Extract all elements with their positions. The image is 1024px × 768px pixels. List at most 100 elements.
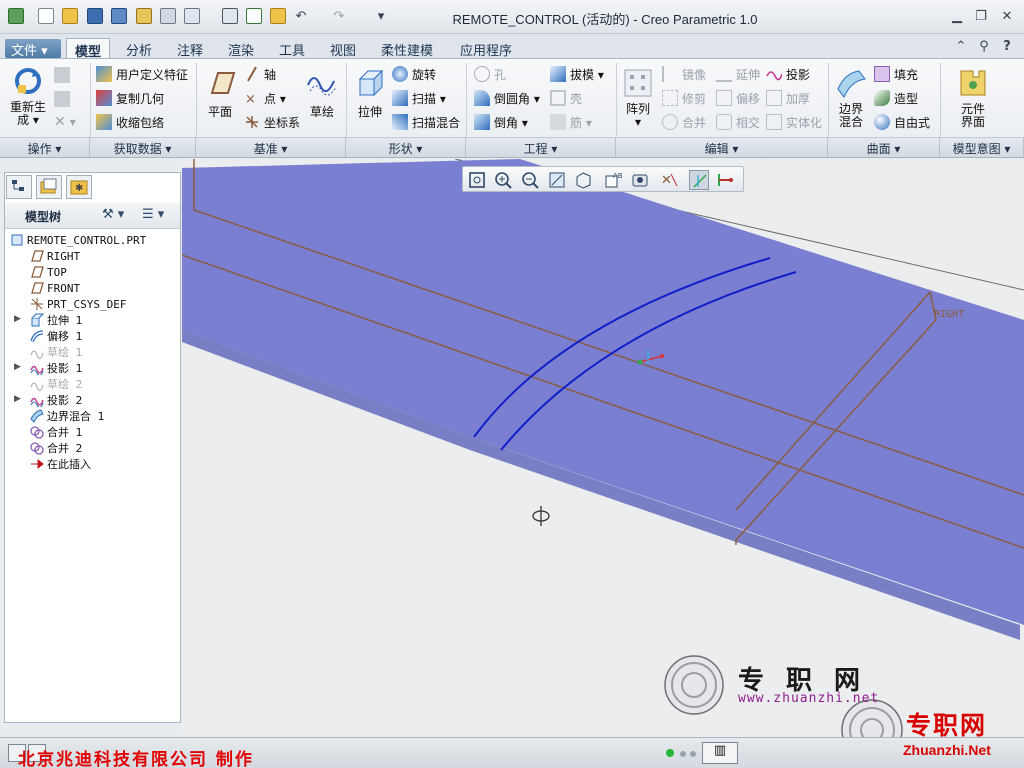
tree-item-part[interactable]: REMOTE_CONTROL.PRT [10, 232, 146, 248]
open-folder-icon[interactable] [62, 8, 78, 24]
tree-item-front-plane[interactable]: FRONT [30, 280, 80, 296]
tree-item-merge-1[interactable]: 合并 1 [30, 424, 82, 440]
thicken-button[interactable]: 加厚 [766, 89, 810, 107]
tree-item-sketch-2[interactable]: 草绘 2 [30, 376, 82, 392]
group-operations[interactable]: 操作 ▾ [0, 137, 90, 157]
trim-button[interactable]: 修剪 [662, 89, 706, 107]
group-editing[interactable]: 编辑 ▾ [616, 137, 828, 157]
checkbox-icon[interactable] [246, 8, 262, 24]
folder-browser-tab-icon[interactable] [36, 175, 62, 199]
folder-star-icon[interactable] [270, 8, 286, 24]
group-surfaces[interactable]: 曲面 ▾ [828, 137, 940, 157]
expand-arrow-icon[interactable]: ▶ [14, 394, 21, 404]
tab-model[interactable]: 模型 [66, 38, 111, 60]
save-copy-icon[interactable] [111, 8, 127, 24]
spin-center-icon[interactable] [532, 506, 550, 526]
user-defined-feature-button[interactable]: 用户定义特征 [96, 65, 188, 83]
repaint-icon[interactable] [547, 170, 567, 190]
tree-item-insert-here[interactable]: 在此插入 [30, 456, 91, 472]
extend-button[interactable]: 延伸 [716, 65, 760, 83]
mirror-button[interactable]: 镜像 [662, 65, 706, 83]
tab-view[interactable]: 视图 [322, 38, 364, 59]
tab-flexible-modeling[interactable]: 柔性建模 [373, 38, 441, 59]
fill-button[interactable]: 填充 [874, 65, 918, 83]
copy-icon[interactable] [54, 67, 70, 83]
draft-button[interactable]: 拔模 ▾ [550, 65, 604, 83]
expand-arrow-icon[interactable]: ▶ [14, 314, 21, 324]
new-file-icon[interactable] [38, 8, 54, 24]
help-icon[interactable]: ? [996, 36, 1018, 56]
tab-file[interactable]: 文件 ▾ [5, 39, 61, 59]
search-icon[interactable]: ⚲ [973, 36, 995, 56]
tree-settings-icon[interactable]: ⚒ ▾ [102, 207, 128, 225]
intersect-button[interactable]: 相交 [716, 113, 760, 131]
project-button[interactable]: 投影 [766, 65, 810, 83]
tree-columns-icon[interactable]: ☰ ▾ [142, 207, 176, 225]
chamfer-button[interactable]: 倒角 ▾ [474, 113, 528, 131]
group-engineering[interactable]: 工程 ▾ [466, 137, 616, 157]
regenerate-button[interactable]: 重新生 成 ▾ [4, 65, 52, 127]
tree-item-boundary-blend-1[interactable]: 边界混合 1 [30, 408, 104, 424]
tab-tools[interactable]: 工具 [271, 38, 313, 59]
copy-geometry-button[interactable]: 复制几何 [96, 89, 164, 107]
group-get-data[interactable]: 获取数据 ▾ [90, 137, 196, 157]
plane-button[interactable]: 平面 [200, 67, 240, 120]
shell-button[interactable]: 壳 [550, 89, 582, 107]
group-model-intent[interactable]: 模型意图 ▾ [940, 137, 1024, 157]
graphics-window[interactable]: RIGHT [182, 159, 1024, 737]
solidify-button[interactable]: 实体化 [766, 113, 822, 131]
shrinkwrap-button[interactable]: 收缩包络 [96, 113, 164, 131]
pattern-button[interactable]: 阵列 ▾ [620, 67, 656, 129]
selection-filter-icon[interactable]: ▥ [702, 742, 738, 764]
tab-annotate[interactable]: 注释 [169, 38, 211, 59]
group-shapes[interactable]: 形状 ▾ [346, 137, 466, 157]
point-button[interactable]: × 点 ▾ [244, 89, 286, 108]
redo-icon[interactable]: ↷ [328, 6, 350, 26]
round-button[interactable]: 倒圆角 ▾ [474, 89, 540, 107]
restore-button[interactable]: ❐ [970, 6, 992, 26]
sweep-button[interactable]: 扫描 ▾ [392, 89, 446, 107]
tab-render[interactable]: 渲染 [220, 38, 262, 59]
favorites-tab-icon[interactable]: ✱ [66, 175, 92, 199]
boundary-blend-button[interactable]: 边界 混合 [832, 67, 870, 129]
annotation-display-icon[interactable] [715, 170, 735, 190]
offset-button[interactable]: 偏移 [716, 89, 760, 107]
csys-button[interactable]: 坐标系 [244, 113, 300, 131]
zoom-in-icon[interactable] [493, 170, 513, 190]
swept-blend-button[interactable]: 扫描混合 [392, 113, 460, 131]
tree-item-offset-1[interactable]: 偏移 1 [30, 328, 82, 344]
tree-item-csys[interactable]: PRT_CSYS_DEF [30, 296, 126, 312]
merged-surface[interactable] [182, 159, 1024, 625]
close-button[interactable]: ✕ [996, 6, 1018, 26]
expand-arrow-icon[interactable]: ▶ [14, 362, 21, 372]
tab-analysis[interactable]: 分析 [118, 38, 160, 59]
refit-icon[interactable] [467, 170, 487, 190]
revolve-button[interactable]: 旋转 [392, 65, 436, 83]
rib-button[interactable]: 筋 ▾ [550, 113, 592, 131]
sketch-button[interactable]: 草绘 [302, 67, 342, 120]
freestyle-button[interactable]: 自由式 [874, 113, 930, 131]
tree-item-project-2[interactable]: 投影 2 [30, 392, 82, 409]
model-viewport[interactable] [182, 159, 1024, 737]
collapse-ribbon-icon[interactable]: ⌃ [950, 36, 972, 56]
zoom-out-icon[interactable] [520, 170, 540, 190]
saved-orientations-icon[interactable]: AB [603, 170, 623, 190]
regenerate-quick-icon[interactable] [136, 8, 152, 24]
tree-item-top-plane[interactable]: TOP [30, 264, 67, 280]
view-manager-icon[interactable] [630, 170, 650, 190]
tree-item-merge-2[interactable]: 合并 2 [30, 440, 82, 456]
tree-item-extrude-1[interactable]: 拉伸 1 [30, 312, 82, 328]
display-style-icon[interactable] [573, 170, 593, 190]
hole-button[interactable]: 孔 [474, 65, 506, 83]
spin-center-toggle-icon[interactable] [689, 170, 709, 190]
component-interface-button[interactable]: 元件 界面 [950, 67, 996, 129]
paste-icon[interactable] [54, 91, 70, 107]
save-icon[interactable] [87, 8, 103, 24]
model-tree-tab-icon[interactable] [6, 175, 32, 199]
style-button[interactable]: 造型 [874, 89, 918, 107]
undo-icon[interactable]: ↶ [290, 6, 312, 26]
tab-applications[interactable]: 应用程序 [452, 38, 520, 59]
edit-icon[interactable] [222, 8, 238, 24]
tree-item-right-plane[interactable]: RIGHT [30, 248, 80, 264]
switch-window-icon[interactable] [184, 8, 200, 24]
